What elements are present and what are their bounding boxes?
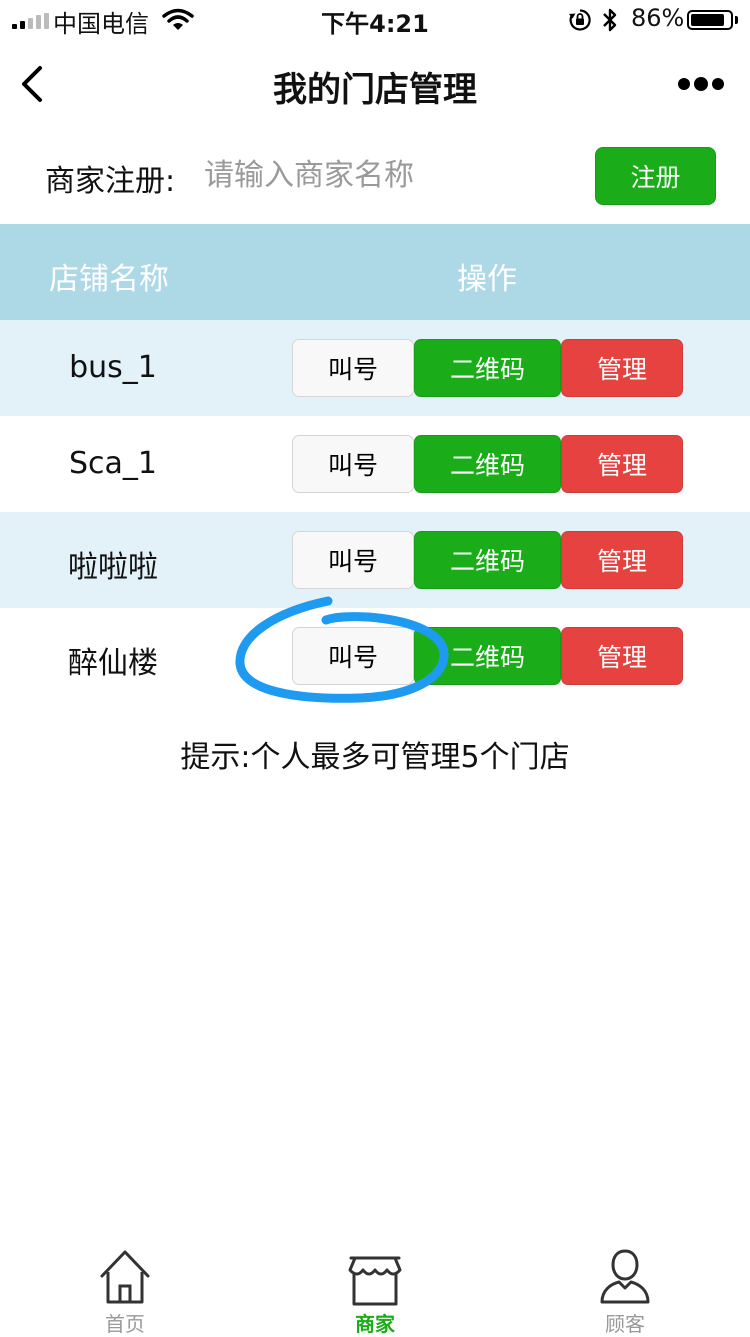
tab-label: 首页 [105,1312,145,1336]
tab-label: 顾客 [605,1312,645,1336]
person-icon [600,1249,650,1304]
tab-bar: 首页 商家 顾客 [0,1234,750,1336]
tab-home[interactable]: 首页 [0,1234,250,1336]
tab-merchant[interactable]: 商家 [250,1234,500,1336]
tip-text: 提示:个人最多可管理5个门店 [180,740,570,775]
annotation-circle-mark [235,596,449,703]
tab-customer[interactable]: 顾客 [500,1234,750,1336]
store-icon [348,1256,402,1306]
home-icon [100,1250,150,1304]
tab-label: 商家 [355,1312,395,1336]
